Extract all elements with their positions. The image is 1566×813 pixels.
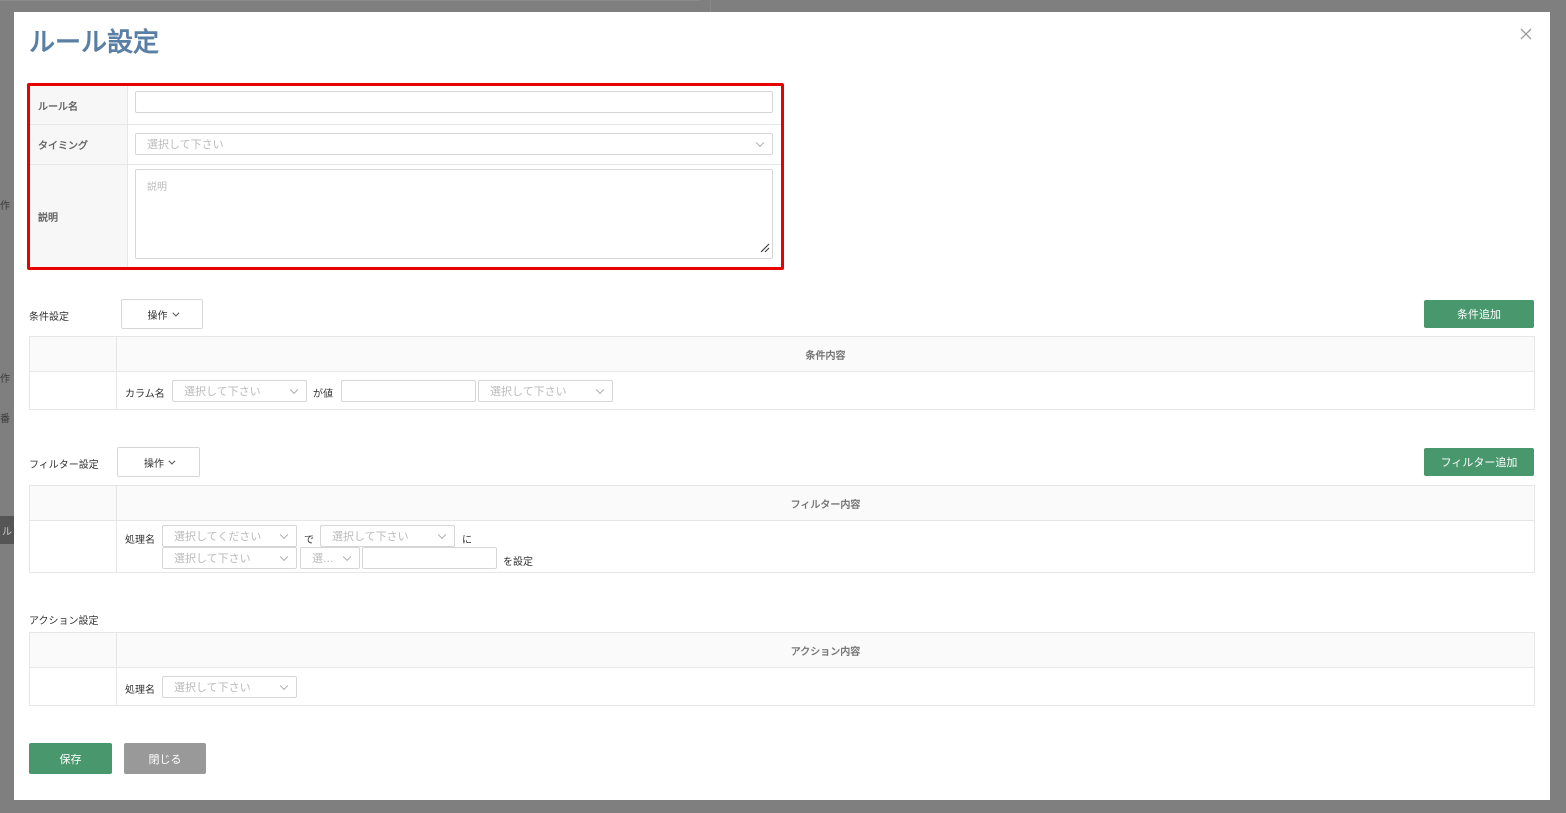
save-label: 保存: [59, 752, 82, 766]
condition-value-input[interactable]: [341, 380, 476, 402]
chevron-down-icon: [437, 530, 447, 540]
action-header-title: アクション内容: [790, 646, 861, 658]
value-label: が値: [313, 389, 333, 400]
filter-process-placeholder: 選択してください: [174, 530, 262, 543]
chevron-down-icon: [171, 309, 179, 317]
set-label: を設定: [503, 557, 533, 568]
condition-ops-button[interactable]: 操作: [121, 299, 203, 329]
filter-process-select[interactable]: 選択してください: [162, 525, 297, 547]
condition-table-header: 条件内容: [30, 337, 1534, 372]
action-process-select[interactable]: 選択して下さい: [162, 676, 297, 698]
filter-section-label: フィルター設定: [29, 460, 99, 471]
rule-settings-dialog: ルール設定 ルール名 タイミング 選択して下さい 説明 説明 条件設定 操作 条…: [14, 12, 1550, 800]
action-table-header: アクション内容: [30, 633, 1534, 668]
filter-row: 処理名 選択してください で 選択して下さい に 選択して下さい 選... を設…: [30, 521, 1534, 573]
filter-field-placeholder: 選択して下さい: [174, 552, 251, 565]
chevron-down-icon: [279, 681, 289, 691]
filter-short-select[interactable]: 選...: [300, 547, 360, 569]
filter-ops-label: 操作: [144, 458, 164, 470]
chevron-down-icon: [279, 552, 289, 562]
dialog-title: ルール設定: [29, 28, 160, 58]
background-divider: [710, 0, 711, 12]
background-text: 作: [0, 201, 10, 212]
filter-target-select[interactable]: 選択して下さい: [320, 525, 455, 547]
add-condition-label: 条件追加: [1457, 308, 1501, 321]
operator-select[interactable]: 選択して下さい: [478, 380, 613, 402]
add-filter-label: フィルター追加: [1440, 456, 1518, 469]
action-process-placeholder: 選択して下さい: [174, 681, 251, 694]
filter-field-select[interactable]: 選択して下さい: [162, 547, 297, 569]
background-text: 番: [0, 414, 10, 425]
operator-placeholder: 選択して下さい: [490, 385, 567, 398]
action-process-label: 処理名: [125, 685, 155, 696]
chevron-down-icon: [279, 530, 289, 540]
filter-header-title: フィルター内容: [790, 499, 861, 511]
save-button[interactable]: 保存: [29, 743, 112, 774]
ni-label: に: [462, 535, 472, 546]
column-name-placeholder: 選択して下さい: [184, 385, 261, 398]
condition-section-label: 条件設定: [29, 312, 69, 323]
close-dialog-button[interactable]: 閉じる: [124, 743, 206, 774]
de-label: で: [304, 535, 314, 546]
background-text: ル: [2, 527, 12, 538]
column-name-label: カラム名: [125, 389, 165, 400]
close-icon: [1516, 24, 1536, 44]
filter-table: フィルター内容 処理名 選択してください で 選択して下さい に 選択して下さい: [29, 485, 1535, 573]
filter-short-placeholder: 選...: [312, 552, 334, 565]
action-section-label: アクション設定: [29, 616, 99, 627]
highlight-box: [27, 83, 784, 270]
action-table: アクション内容 処理名 選択して下さい: [29, 632, 1535, 706]
background-text: 作: [0, 374, 10, 385]
condition-header-title: 条件内容: [805, 350, 846, 362]
chevron-down-icon: [168, 457, 176, 465]
filter-target-placeholder: 選択して下さい: [332, 530, 409, 543]
action-row: 処理名 選択して下さい: [30, 668, 1534, 706]
filter-ops-button[interactable]: 操作: [117, 447, 200, 477]
close-button[interactable]: [1516, 24, 1536, 44]
condition-ops-label: 操作: [147, 310, 168, 322]
filter-process-label: 処理名: [125, 535, 155, 546]
condition-table: 条件内容 カラム名 選択して下さい が値 選択して下さい: [29, 336, 1535, 410]
close-label: 閉じる: [148, 752, 182, 766]
filter-value-input[interactable]: [362, 547, 497, 569]
condition-row: カラム名 選択して下さい が値 選択して下さい: [30, 372, 1534, 410]
add-filter-button[interactable]: フィルター追加: [1424, 448, 1534, 476]
chevron-down-icon: [289, 385, 299, 395]
column-name-select[interactable]: 選択して下さい: [172, 380, 307, 402]
background-divider: [0, 0, 700, 1]
chevron-down-icon: [342, 552, 352, 562]
add-condition-button[interactable]: 条件追加: [1424, 300, 1534, 328]
chevron-down-icon: [595, 385, 605, 395]
filter-table-header: フィルター内容: [30, 486, 1534, 521]
